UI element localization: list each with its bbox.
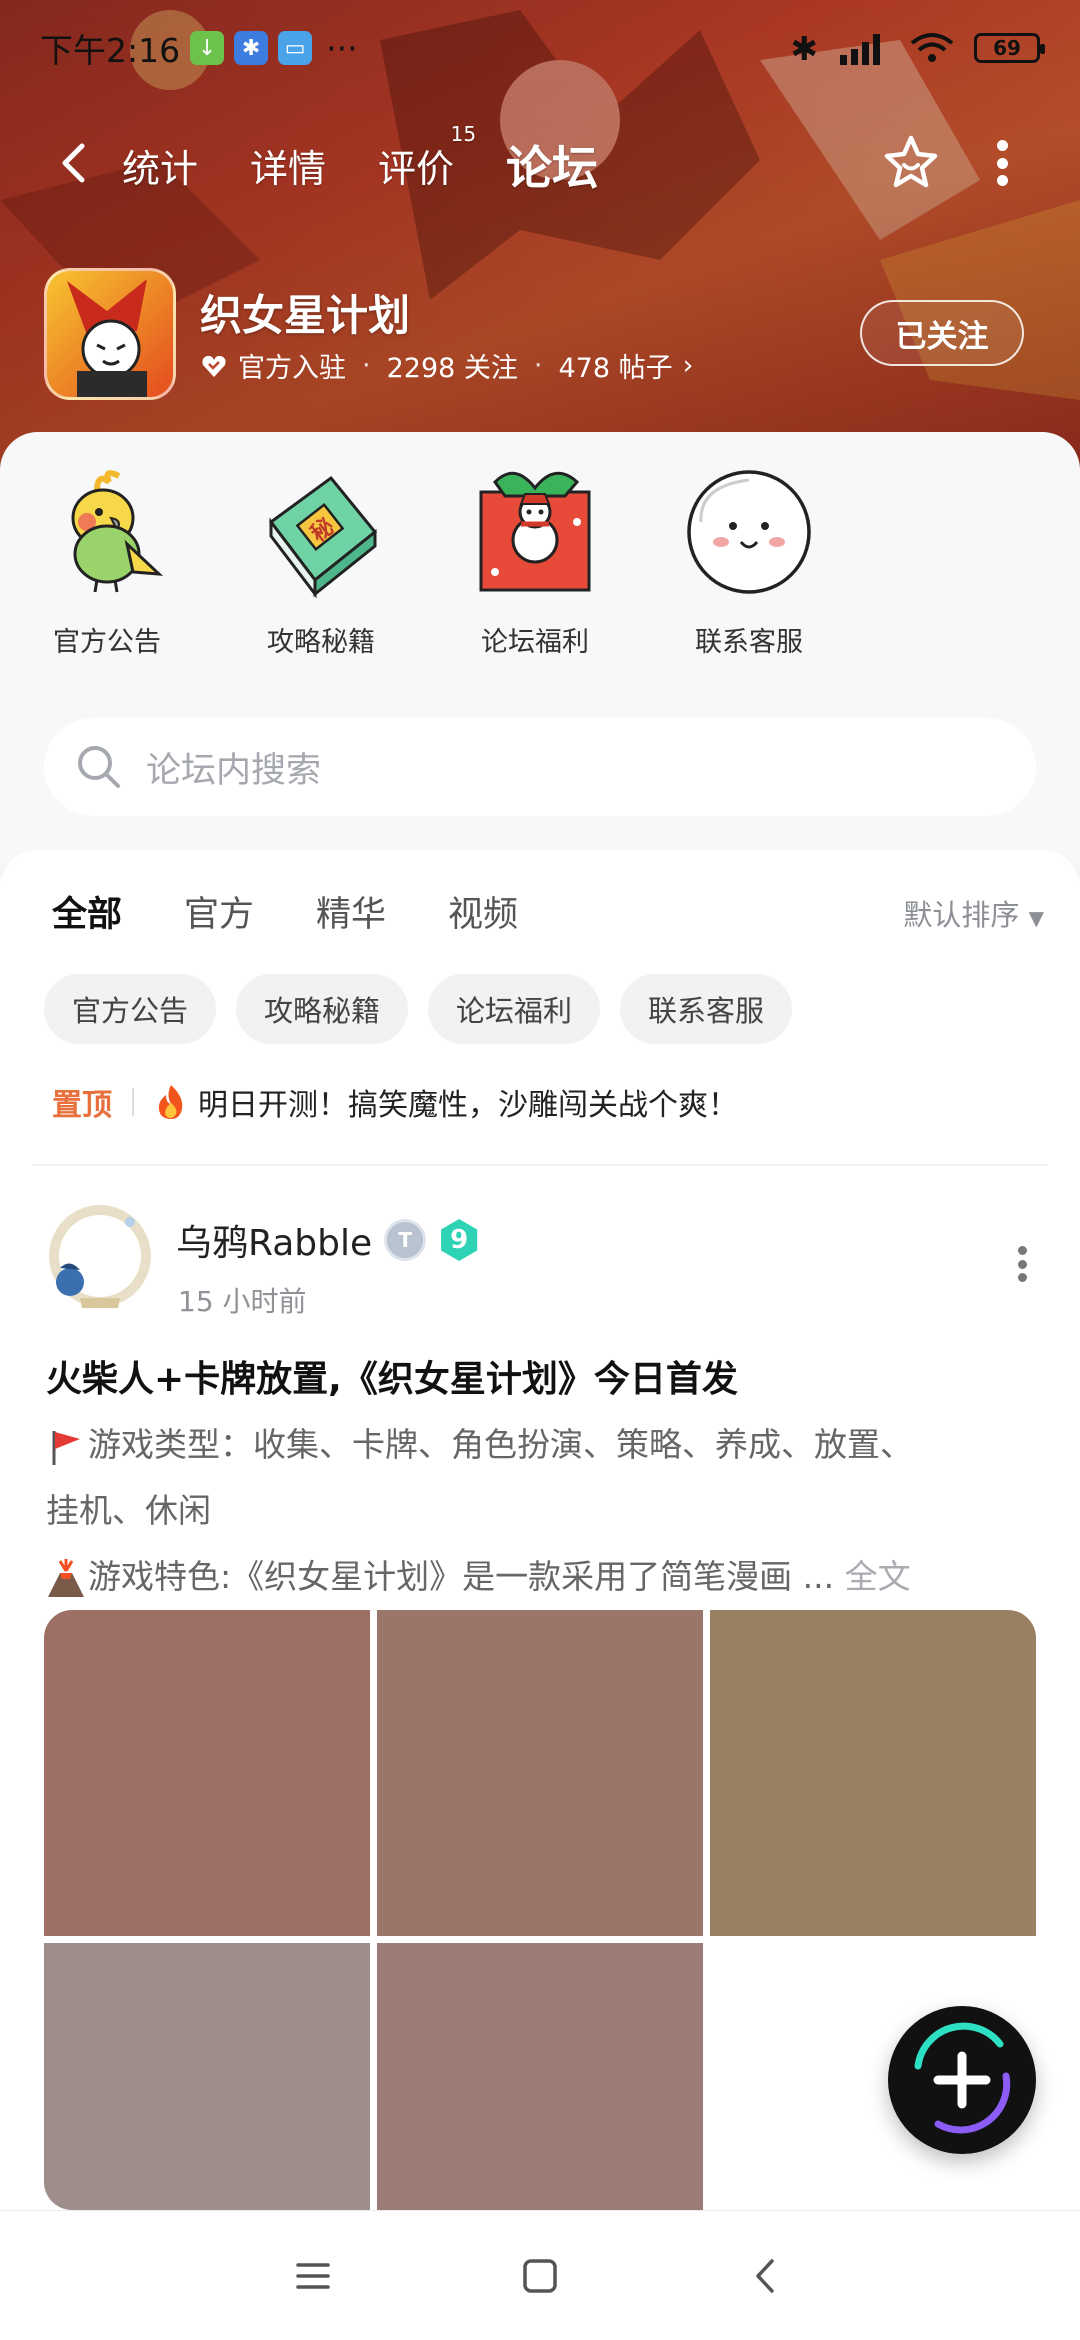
post-line: 挂机、休闲 — [46, 1491, 211, 1530]
feed-tabs: 全部 官方 精华 视频 — [52, 886, 518, 941]
post-excerpt[interactable]: 游戏类型：收集、卡牌、角色扮演、策略、养成、放置、 挂机、休闲 游戏特色:《织女… — [46, 1412, 1036, 1610]
bluetooth-icon: ✱ — [790, 28, 818, 68]
favorite-star-icon[interactable] — [880, 132, 942, 194]
post-image[interactable] — [377, 1610, 703, 1936]
menu-icon[interactable] — [288, 2251, 338, 2301]
wifi-icon — [910, 33, 954, 62]
post-line: 游戏特色:《织女星计划》是一款采用了简笔漫画 ... 全文 — [46, 1544, 1036, 1610]
author-title-badge: T — [384, 1219, 427, 1261]
category-chips: 官方公告 攻略秘籍 论坛福利 联系客服 — [44, 974, 793, 1044]
top-tabs: 统计 详情 评价 15 论坛 — [122, 120, 650, 210]
customer-service-icon — [687, 470, 811, 594]
sort-dropdown[interactable]: 默认排序 ▼ — [903, 892, 1044, 934]
search-input[interactable]: 论坛内搜索 — [44, 718, 1036, 816]
fire-icon — [158, 1085, 183, 1119]
quick-entry-label: 论坛福利 — [481, 627, 589, 658]
pinned-post[interactable]: 置顶 明日开测！搞笑魔性，沙雕闯关战个爽！ — [52, 1080, 738, 1124]
download-icon: ↓ — [190, 31, 225, 65]
caret-down-icon: ▼ — [1028, 906, 1044, 930]
game-meta: 官方入驻 · 2298 关注 · 478 帖子 › — [200, 346, 693, 385]
pinned-text: 明日开测！搞笑魔性，沙雕闯关战个爽！ — [198, 1088, 738, 1123]
tab-reviews[interactable]: 评价 15 — [378, 122, 476, 193]
more-notifications-icon: ··· — [326, 28, 358, 68]
chip-benefits[interactable]: 论坛福利 — [428, 974, 601, 1044]
post-image[interactable] — [44, 1943, 370, 2210]
feed-tab-official[interactable]: 官方 — [184, 886, 254, 937]
system-navigation-bar — [0, 2210, 1080, 2340]
follow-button[interactable]: 已关注 — [860, 300, 1024, 366]
bluetooth-app-icon: ✱ — [234, 31, 269, 65]
red-flag-icon — [52, 1430, 80, 1465]
avatar[interactable] — [40, 1198, 156, 1314]
author-row: 乌鸦Rabble T 9 — [176, 1214, 480, 1266]
chevron-right-icon[interactable]: › — [683, 350, 694, 381]
official-heart-icon — [202, 355, 226, 377]
post-line-text: 游戏特色:《织女星计划》是一款采用了简笔漫画 ... — [88, 1557, 835, 1596]
quick-entry-announcements[interactable]: 官方公告 — [0, 462, 214, 659]
author-name[interactable]: 乌鸦Rabble — [176, 1214, 372, 1266]
game-header: 织女星计划 官方入驻 · 2298 关注 · 478 帖子 › 已关注 — [44, 268, 1044, 400]
quick-entry-label: 攻略秘籍 — [267, 627, 375, 658]
search-icon — [78, 746, 120, 788]
pinned-tag: 置顶 — [52, 1088, 112, 1123]
feed-tab-all[interactable]: 全部 — [52, 886, 122, 941]
back-arrow-icon[interactable] — [50, 138, 100, 188]
feed-tab-video[interactable]: 视频 — [448, 886, 518, 937]
post-image[interactable] — [710, 1610, 1036, 1936]
post-time: 15 小时前 — [178, 1285, 307, 1318]
followers-count: 2298 关注 — [386, 353, 518, 384]
reviews-count-badge: 15 — [450, 121, 477, 146]
author-level-badge: 9 — [441, 1219, 478, 1261]
post-title[interactable]: 火柴人+卡牌放置,《织女星计划》今日首发 — [46, 1350, 738, 1402]
signal-icon — [840, 34, 880, 65]
back-icon[interactable] — [742, 2251, 792, 2301]
wallet-icon: ▭ — [278, 31, 313, 65]
official-label: 官方入驻 — [238, 353, 346, 384]
chip-support[interactable]: 联系客服 — [620, 974, 793, 1044]
game-icon-art — [67, 279, 147, 397]
secret-book-icon: 秘 — [268, 475, 378, 599]
divider — [32, 1164, 1048, 1166]
battery-icon: 69 — [974, 33, 1045, 63]
parrot-icon — [71, 470, 164, 593]
posts-count[interactable]: 478 帖子 — [558, 346, 672, 385]
tab-details[interactable]: 详情 — [250, 138, 326, 193]
home-icon[interactable] — [515, 2251, 565, 2301]
game-title: 织女星计划 — [200, 291, 411, 340]
tab-stats[interactable]: 统计 — [122, 138, 198, 193]
game-icon[interactable] — [44, 268, 176, 400]
volcano-icon — [48, 1558, 84, 1597]
quick-entry-guides[interactable]: 秘 攻略秘籍 — [214, 462, 428, 659]
tab-reviews-label: 评价 — [378, 146, 455, 191]
chip-announcements[interactable]: 官方公告 — [44, 974, 217, 1044]
search-placeholder: 论坛内搜索 — [146, 750, 322, 791]
quick-entry-label: 官方公告 — [53, 627, 161, 658]
post-line: 游戏类型：收集、卡牌、角色扮演、策略、养成、放置、 — [46, 1412, 1036, 1478]
status-bar: 下午2:16 ↓ ✱ ▭ ··· ✱ 69 — [0, 0, 1080, 96]
quick-entry-support[interactable]: 联系客服 — [642, 462, 856, 659]
chip-guides[interactable]: 攻略秘籍 — [236, 974, 409, 1044]
post-image[interactable] — [377, 1943, 703, 2210]
post-image[interactable] — [44, 1610, 370, 1936]
sort-label: 默认排序 — [903, 898, 1020, 932]
more-options-icon[interactable] — [990, 140, 1014, 186]
gift-box-icon — [479, 471, 591, 592]
plus-icon — [914, 2022, 1011, 2134]
forum-quick-panel: 官方公告 秘 攻略秘籍 论坛福利 联系客服 论坛内搜索 — [0, 432, 1080, 862]
top-navigation: 统计 详情 评价 15 论坛 — [0, 120, 1080, 210]
feed-tab-featured[interactable]: 精华 — [316, 886, 386, 937]
quick-entries: 官方公告 秘 攻略秘籍 论坛福利 联系客服 — [0, 462, 1080, 659]
post-more-icon[interactable] — [1018, 1246, 1030, 1282]
post-line-text: 游戏类型：收集、卡牌、角色扮演、策略、养成、放置、 — [88, 1425, 913, 1464]
tab-forum[interactable]: 论坛 — [506, 132, 598, 198]
quick-entry-benefits[interactable]: 论坛福利 — [428, 462, 642, 659]
create-post-button[interactable] — [888, 2006, 1036, 2154]
quick-entry-label: 联系客服 — [695, 627, 803, 658]
status-time: 下午2:16 — [40, 31, 181, 70]
full-text-link[interactable]: 全文 — [845, 1557, 911, 1596]
